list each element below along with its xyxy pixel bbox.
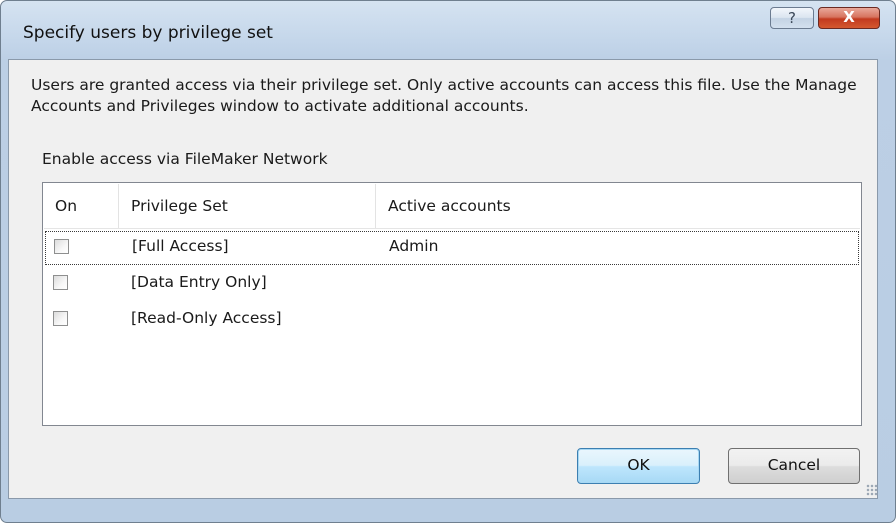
table-header: On Privilege Set Active accounts [44,184,860,229]
row-checkbox[interactable] [53,275,68,290]
close-button[interactable]: X [818,7,880,29]
row-checkbox[interactable] [54,239,69,254]
title-bar[interactable]: Specify users by privilege set ? X [1,1,895,61]
description-text: Users are granted access via their privi… [31,76,857,115]
table-row[interactable]: [Read-Only Access] [45,304,859,338]
table-row[interactable]: [Data Entry Only] [45,268,859,302]
help-icon: ? [788,9,796,27]
resize-grip-icon[interactable] [866,484,878,496]
column-header-privilege-set[interactable]: Privilege Set [119,184,376,228]
privilege-set-cell: [Data Entry Only] [131,273,267,291]
active-accounts-cell: Admin [389,237,439,255]
network-access-label: Enable access via FileMaker Network [42,150,328,168]
privilege-set-cell: [Read-Only Access] [131,309,282,327]
cancel-button[interactable]: Cancel [728,448,860,484]
window-title: Specify users by privilege set [23,23,273,43]
privilege-set-cell: [Full Access] [132,237,229,255]
table-row[interactable]: [Full Access] Admin [45,231,859,265]
close-icon: X [843,8,855,26]
row-checkbox[interactable] [53,311,68,326]
column-header-active-accounts[interactable]: Active accounts [376,184,860,228]
ok-button[interactable]: OK [577,448,700,484]
column-header-on[interactable]: On [44,184,119,228]
privilege-set-table: On Privilege Set Active accounts [Full A… [42,182,862,426]
help-button[interactable]: ? [770,7,814,29]
